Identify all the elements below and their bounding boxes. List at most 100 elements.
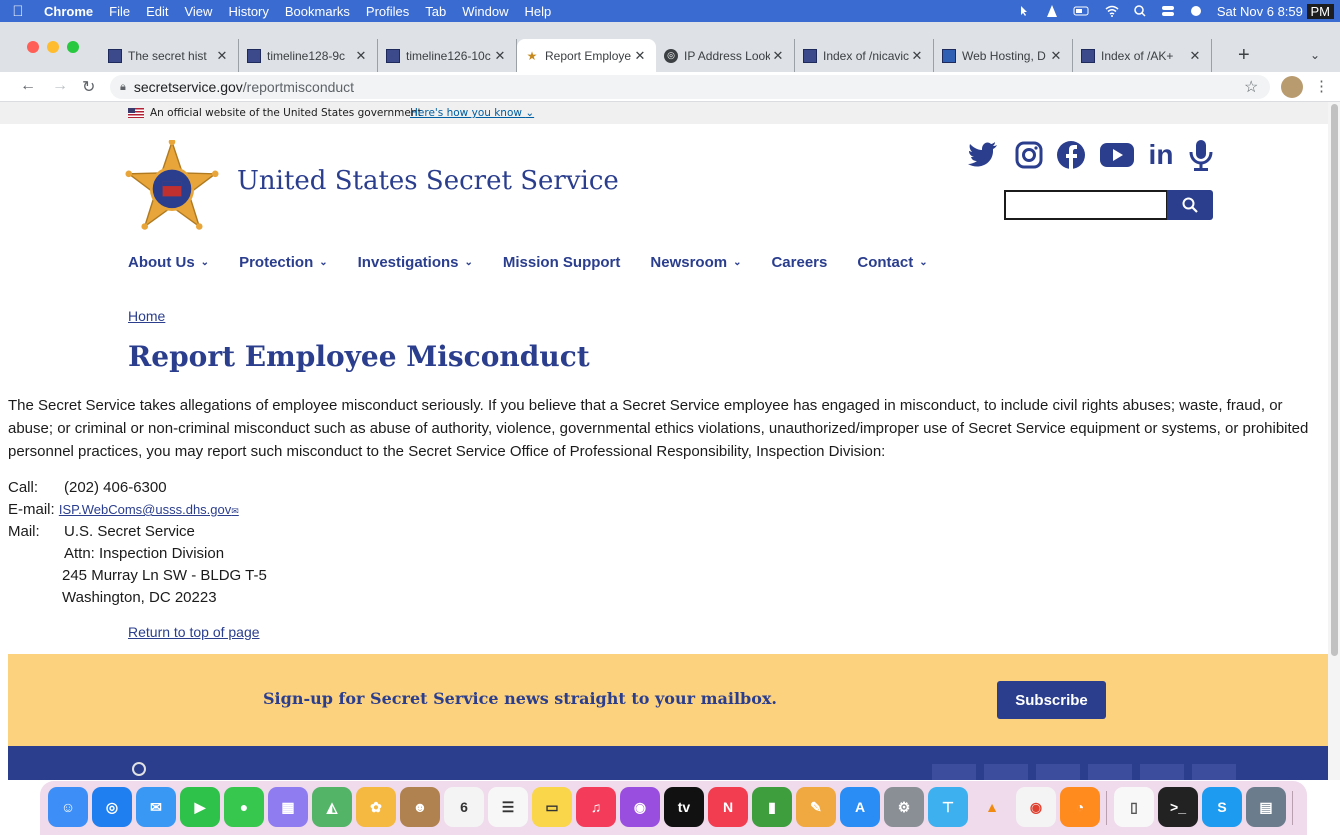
siri-icon[interactable]	[1189, 5, 1203, 17]
battery-icon[interactable]	[1073, 5, 1091, 17]
page-scrollbar[interactable]	[1328, 102, 1340, 780]
menu-tab[interactable]: Tab	[417, 4, 454, 19]
nav-investigations[interactable]: Investigations ⌄	[358, 254, 473, 271]
music-icon[interactable]: ♫	[576, 787, 616, 827]
menu-profiles[interactable]: Profiles	[358, 4, 417, 19]
tab-web-hosting[interactable]: Web Hosting, D ✕	[934, 39, 1073, 72]
notes-icon[interactable]: ▭	[532, 787, 572, 827]
linkedin-icon[interactable]: in	[1144, 138, 1178, 172]
nav-newsroom[interactable]: Newsroom ⌄	[650, 254, 741, 271]
vlc-icon[interactable]: ▲	[972, 787, 1012, 827]
tab-timeline126[interactable]: timeline126-10c ✕	[378, 39, 517, 72]
messages-icon[interactable]: ●	[224, 787, 264, 827]
close-tab-icon[interactable]: ✕	[214, 48, 230, 64]
footer-email-icon[interactable]	[1192, 764, 1236, 780]
return-to-top-link[interactable]: Return to top of page	[128, 624, 260, 640]
nav-protection[interactable]: Protection ⌄	[239, 254, 328, 271]
menu-app-name[interactable]: Chrome	[36, 4, 101, 19]
menu-edit[interactable]: Edit	[138, 4, 176, 19]
terminal-icon[interactable]: >_	[1158, 787, 1198, 827]
podcast-microphone-icon[interactable]	[1184, 138, 1218, 172]
launchpad-icon[interactable]: ▦	[268, 787, 308, 827]
vlc-icon[interactable]	[1045, 5, 1059, 17]
tab-ip-lookup[interactable]: ◎ IP Address Look ✕	[656, 39, 795, 72]
finder-icon[interactable]: ☺	[48, 787, 88, 827]
spotlight-search-icon[interactable]	[1133, 5, 1147, 17]
calendar-icon[interactable]: 6	[444, 787, 484, 827]
close-tab-icon[interactable]: ✕	[770, 48, 786, 64]
nav-careers[interactable]: Careers	[771, 254, 827, 271]
menubar-clock[interactable]: Sat Nov 6 8:59 PM	[1217, 3, 1334, 19]
keynote-icon[interactable]: ⊤	[928, 787, 968, 827]
twitter-icon[interactable]	[966, 138, 1000, 172]
close-tab-icon[interactable]: ✕	[632, 48, 648, 64]
email-link[interactable]: ISP.WebComs@usss.dhs.gov✉	[59, 502, 239, 517]
tab-report-employee[interactable]: ★ Report Employe ✕	[517, 39, 656, 72]
reload-icon[interactable]: ↻	[82, 77, 95, 97]
reminders-icon[interactable]: ☰	[488, 787, 528, 827]
secret-service-star-logo[interactable]	[125, 140, 219, 234]
chrome-icon[interactable]: ◉	[1016, 787, 1056, 827]
cursor-icon[interactable]	[1017, 5, 1031, 17]
scrollbar-thumb[interactable]	[1331, 104, 1338, 656]
tab-secret-hist[interactable]: The secret hist ✕	[100, 39, 239, 72]
youtube-icon[interactable]	[1100, 138, 1134, 172]
new-tab-button[interactable]: +	[1238, 44, 1250, 67]
footer-linkedin-icon[interactable]	[984, 764, 1028, 780]
contacts-icon[interactable]: ☻	[400, 787, 440, 827]
bookmark-star-icon[interactable]: ☆	[1244, 77, 1258, 97]
agency-name[interactable]: United States Secret Service	[237, 166, 619, 196]
firefox-icon[interactable]: ◔	[1060, 787, 1100, 827]
close-tab-icon[interactable]: ✕	[1048, 48, 1064, 64]
search-button[interactable]	[1167, 190, 1213, 220]
tab-index-nicavic[interactable]: Index of /nicavic ✕	[795, 39, 934, 72]
back-arrow-icon[interactable]: ←	[20, 77, 36, 95]
control-center-icon[interactable]	[1161, 5, 1175, 17]
tab-timeline128[interactable]: timeline128-9c ✕	[239, 39, 378, 72]
close-tab-icon[interactable]: ✕	[353, 48, 369, 64]
nav-mission-support[interactable]: Mission Support	[503, 254, 621, 271]
chrome-menu-icon[interactable]: ⋮	[1314, 77, 1329, 95]
footer-instagram-icon[interactable]	[1036, 764, 1080, 780]
address-bar[interactable]: 🔒︎ secretservice.gov/reportmisconduct	[110, 75, 1270, 99]
forward-arrow-icon[interactable]: →	[52, 77, 68, 95]
wifi-icon[interactable]	[1105, 5, 1119, 17]
footer-twitter-icon[interactable]	[1140, 764, 1184, 780]
pages-icon[interactable]: ✎	[796, 787, 836, 827]
skype-icon[interactable]: S	[1202, 787, 1242, 827]
app-store-icon[interactable]: A	[840, 787, 880, 827]
footer-podcast-icon[interactable]	[132, 762, 146, 776]
tab-search-chevron-icon[interactable]: ⌄	[1310, 48, 1320, 62]
apple-tv-icon[interactable]: tv	[664, 787, 704, 827]
podcasts-icon[interactable]: ◉	[620, 787, 660, 827]
mail-icon[interactable]: ✉	[136, 787, 176, 827]
tab-index-ak[interactable]: Index of /AK+ ✕	[1073, 39, 1212, 72]
news-icon[interactable]: N	[708, 787, 748, 827]
zoom-window-button[interactable]	[67, 41, 79, 53]
close-tab-icon[interactable]: ✕	[909, 48, 925, 64]
photos-icon[interactable]: ✿	[356, 787, 396, 827]
breadcrumb-home-link[interactable]: Home	[128, 308, 165, 324]
lock-icon[interactable]: 🔒︎	[120, 81, 126, 94]
site-search-input[interactable]	[1004, 190, 1168, 220]
instagram-icon[interactable]	[1012, 138, 1046, 172]
apple-menu-icon[interactable]: 	[0, 3, 36, 20]
nav-contact[interactable]: Contact ⌄	[857, 254, 927, 271]
maps-icon[interactable]: ◭	[312, 787, 352, 827]
nav-about-us[interactable]: About Us ⌄	[128, 254, 209, 271]
footer-facebook-icon[interactable]	[932, 764, 976, 780]
menu-file[interactable]: File	[101, 4, 138, 19]
menu-view[interactable]: View	[176, 4, 220, 19]
close-tab-icon[interactable]: ✕	[1187, 48, 1203, 64]
footer-youtube-icon[interactable]	[1088, 764, 1132, 780]
menu-help[interactable]: Help	[517, 4, 560, 19]
facebook-icon[interactable]	[1054, 138, 1088, 172]
facetime-icon[interactable]: ▶	[180, 787, 220, 827]
minimize-window-button[interactable]	[47, 41, 59, 53]
document-icon[interactable]: ▯	[1114, 787, 1154, 827]
menu-history[interactable]: History	[220, 4, 276, 19]
menu-bookmarks[interactable]: Bookmarks	[277, 4, 358, 19]
safari-icon[interactable]: ◎	[92, 787, 132, 827]
system-preferences-icon[interactable]: ⚙	[884, 787, 924, 827]
subscribe-button[interactable]: Subscribe	[997, 681, 1106, 719]
